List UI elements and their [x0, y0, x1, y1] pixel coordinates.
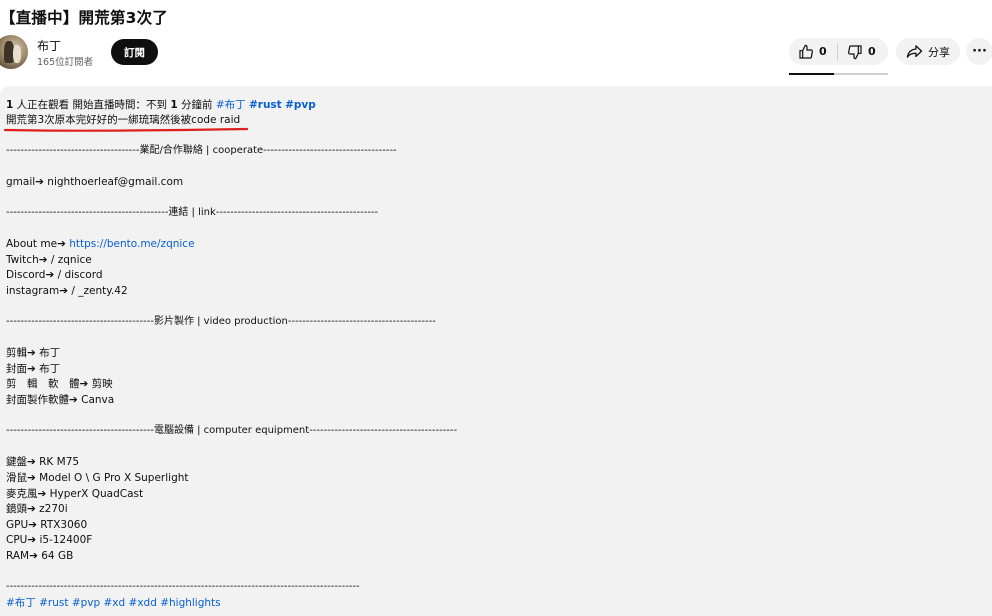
meta-hashtag[interactable]: #rust: [249, 99, 282, 111]
editing-line: 剪輯➔ 布丁: [6, 347, 61, 359]
owner-row: 布丁 165位訂閱者 訂閱 0 0 分享 ···: [0, 34, 992, 75]
divider-business: -------------------------------------業配/…: [6, 145, 397, 156]
gpu-line: GPU➔ RTX3060: [6, 519, 88, 531]
twitch-line[interactable]: Twitch➔ / zqnice: [6, 253, 92, 267]
divider-link: ----------------------------------------…: [6, 207, 379, 218]
start-minutes: 1: [170, 99, 178, 111]
keyboard-line: 鍵盤➔ RK M75: [6, 456, 80, 468]
camera-line: 鏡頭➔ z270i: [6, 503, 68, 515]
share-button[interactable]: 分享: [896, 38, 960, 65]
footer-hashtags[interactable]: #布丁 #rust #pvp #xd #xdd #highlights: [6, 596, 221, 610]
like-button[interactable]: 0: [789, 42, 838, 61]
like-ratio-bar: [789, 73, 888, 75]
description-headline: 開荒第3次原本完好好的一綁琉璃然後被code raid: [6, 114, 241, 126]
about-label: About me➔: [6, 238, 70, 250]
mic-line: 麥克風➔ HyperX QuadCast: [6, 488, 144, 500]
more-actions-button[interactable]: ···: [966, 38, 992, 65]
video-title: 【直播中】開荒第3次了: [0, 9, 168, 27]
share-arrow-icon: [906, 44, 923, 59]
discord-line[interactable]: Discord➔ / discord: [6, 268, 103, 282]
thumbs-down-icon: [847, 44, 863, 60]
dislike-count: 0: [868, 45, 876, 58]
about-url-link[interactable]: https://bento.me/zqnice: [69, 238, 194, 250]
like-ratio-fill: [789, 73, 834, 75]
meta-hashtag[interactable]: #布丁: [216, 99, 246, 111]
like-count: 0: [819, 45, 827, 58]
like-dislike-group: 0 0: [789, 38, 888, 65]
viewers-text: 人正在觀看 開始直播時間：不到: [13, 99, 171, 111]
start-suffix: 分鐘前: [177, 99, 216, 111]
subscribe-button[interactable]: 訂閱: [111, 39, 158, 65]
cpu-line: CPU➔ i5-12400F: [6, 534, 93, 546]
ram-line: RAM➔ 64 GB: [6, 550, 74, 562]
avatar[interactable]: [0, 35, 28, 69]
cover-line: 封面➔ 布丁: [6, 363, 61, 375]
watch-page: 【直播中】開荒第3次了 布丁 165位訂閱者 訂閱 0 0 分享 ··· 1 人…: [0, 0, 992, 616]
divider-equipment: ----------------------------------------…: [6, 425, 458, 436]
instagram-line[interactable]: instagram➔ / _zenty.42: [6, 284, 128, 298]
gmail-line: gmail➔ nighthoerleaf@gmail.com: [6, 176, 184, 188]
thumbs-up-icon: [798, 44, 814, 60]
cover-software-line: 封面製作軟體➔ Canva: [6, 394, 115, 406]
red-underline-annotation: [4, 127, 248, 132]
meta-hashtag[interactable]: #pvp: [285, 99, 316, 111]
share-label: 分享: [928, 45, 950, 59]
channel-name[interactable]: 布丁: [37, 37, 61, 54]
divider-end: ----------------------------------------…: [6, 581, 360, 592]
software-line: 剪 輯 軟 體➔ 剪映: [6, 378, 113, 390]
dislike-button[interactable]: 0: [838, 38, 888, 65]
description-meta: 1 人正在觀看 開始直播時間：不到 1 分鐘前 #布丁 #rust #pvp: [6, 97, 316, 112]
mouse-line: 滑鼠➔ Model O \ G Pro X Superlight: [6, 472, 189, 484]
description-panel[interactable]: [0, 86, 992, 616]
subscriber-count: 165位訂閱者: [37, 57, 94, 68]
divider-video: ----------------------------------------…: [6, 316, 436, 327]
about-line: About me➔ https://bento.me/zqnice: [6, 237, 195, 251]
avatar-figure-light: [13, 45, 21, 63]
